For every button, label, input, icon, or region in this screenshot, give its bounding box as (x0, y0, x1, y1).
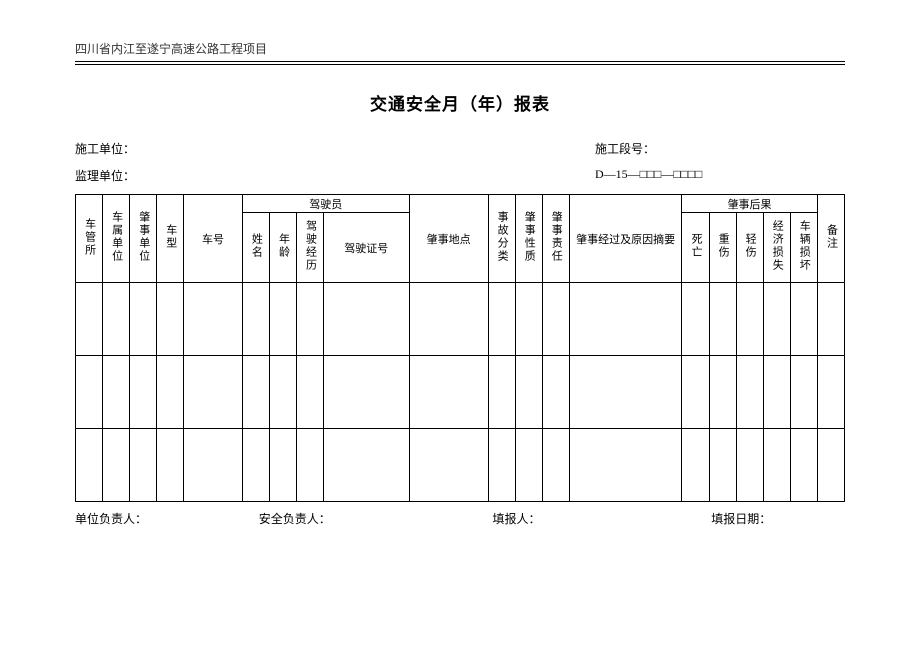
table-row (76, 356, 845, 429)
filled-by-label: 填报人： (393, 510, 627, 527)
header-divider (75, 64, 845, 65)
info-row-1: 施工单位： 施工段号： (75, 140, 845, 157)
col-summary: 肇事经过及原因摘要 (569, 195, 682, 283)
col-license-no: 驾驶证号 (323, 213, 409, 283)
unit-leader-label: 单位负责人： (75, 510, 209, 527)
footer-row: 单位负责人： 安全负责人： 填报人： 填报日期： (75, 510, 845, 527)
report-table: 车管所 车属单位 肇事单位 车型 车号 驾驶员 肇事地点 事故分类 肇事性质 肇… (75, 194, 845, 502)
header-row-1: 车管所 车属单位 肇事单位 车型 车号 驾驶员 肇事地点 事故分类 肇事性质 肇… (76, 195, 845, 213)
construction-unit-label: 施工单位： (75, 140, 595, 157)
document-title: 交通安全月（年）报表 (75, 90, 845, 115)
col-location: 肇事地点 (409, 195, 488, 283)
form-code: D—15—□□□—□□□□ (595, 167, 845, 184)
col-remark: 备注 (817, 195, 844, 283)
col-vehicle-mgmt: 车管所 (76, 195, 103, 283)
construction-section-label: 施工段号： (595, 140, 845, 157)
col-incident-unit: 肇事单位 (130, 195, 157, 283)
col-vehicle-no: 车号 (184, 195, 243, 283)
col-vehicle-damage: 车辆损坏 (790, 213, 817, 283)
table-row (76, 429, 845, 502)
fill-date-label: 填报日期： (626, 510, 845, 527)
col-accident-class: 事故分类 (488, 195, 515, 283)
col-economic-loss: 经济损失 (763, 213, 790, 283)
col-vehicle-type: 车型 (157, 195, 184, 283)
col-driver-name: 姓名 (242, 213, 269, 283)
col-vehicle-dept: 车属单位 (103, 195, 130, 283)
supervision-unit-label: 监理单位： (75, 167, 595, 184)
info-row-2: 监理单位： D—15—□□□—□□□□ (75, 167, 845, 184)
col-driver-exp: 驾驶经历 (296, 213, 323, 283)
col-driver-group: 驾驶员 (242, 195, 409, 213)
project-header: 四川省内江至遂宁高速公路工程项目 (75, 40, 845, 62)
col-consequence-group: 肇事后果 (682, 195, 817, 213)
col-minor: 轻伤 (736, 213, 763, 283)
safety-leader-label: 安全负责人： (209, 510, 393, 527)
col-death: 死亡 (682, 213, 709, 283)
col-accident-liability: 肇事责任 (542, 195, 569, 283)
col-driver-age: 年龄 (269, 213, 296, 283)
col-accident-nature: 肇事性质 (515, 195, 542, 283)
document-page: 四川省内江至遂宁高速公路工程项目 交通安全月（年）报表 施工单位： 施工段号： … (0, 0, 920, 567)
table-row (76, 283, 845, 356)
col-severe: 重伤 (709, 213, 736, 283)
